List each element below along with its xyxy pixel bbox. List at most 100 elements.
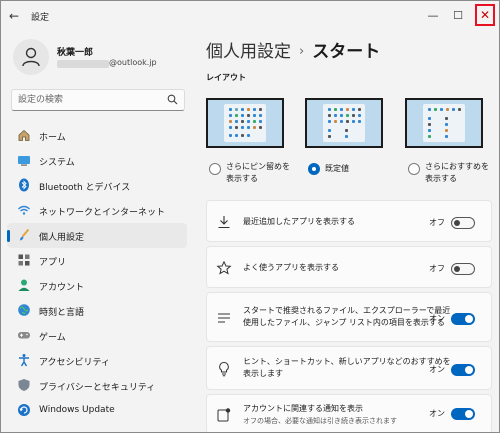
layout-radio-more-pins[interactable]: [209, 163, 221, 175]
minimize-button[interactable]: —: [421, 4, 445, 26]
apps-icon: [18, 254, 30, 266]
account-notification-icon: [217, 408, 231, 422]
window-title: 設定: [31, 13, 50, 23]
avatar: [13, 39, 49, 75]
account-notifications-toggle[interactable]: [451, 408, 475, 420]
setting-subtitle: オフの場合、必要な通知は引き続き表示されます: [243, 417, 397, 425]
accessibility-icon: [19, 354, 29, 367]
sidebar-item-label: 時刻と言語: [39, 308, 85, 318]
gamepad-icon: [18, 332, 30, 339]
sidebar-item-label: Windows Update: [39, 405, 115, 415]
setting-title: アカウントに関連する通知を表示 オフの場合、必要な通知は引き続き表示されます: [243, 404, 397, 425]
active-indicator: [7, 230, 10, 242]
sidebar-item-label: アクセシビリティ: [39, 358, 111, 368]
sidebar-item-apps[interactable]: アプリ: [7, 248, 187, 273]
layout-option-label: さらにピン留めを 表示する: [226, 162, 290, 183]
account-icon: [18, 279, 30, 291]
setting-title: ヒント、ショートカット、新しいアプリなどのおすすめを 表示します: [243, 357, 451, 378]
globe-icon: [18, 304, 30, 316]
sidebar-item-personalization[interactable]: 個人用設定: [7, 223, 187, 248]
layout-option-label: 既定値: [325, 164, 349, 173]
toggle-state-label: オン: [429, 314, 445, 323]
sidebar-item-accessibility[interactable]: アクセシビリティ: [7, 348, 187, 373]
sidebar-item-label: アプリ: [39, 258, 67, 268]
update-icon: [18, 404, 30, 416]
recommended-files-toggle[interactable]: [451, 313, 475, 325]
sidebar-item-gaming[interactable]: ゲーム: [7, 323, 187, 348]
lightbulb-icon: [219, 361, 229, 377]
sidebar-item-label: ネットワークとインターネット: [39, 208, 166, 218]
toggle-knob: [465, 366, 473, 374]
shield-icon: [18, 379, 30, 391]
toggle-knob: [454, 220, 460, 226]
breadcrumb-separator: ›: [299, 44, 305, 59]
sidebar-item-bluetooth[interactable]: Bluetooth とデバイス: [7, 173, 187, 198]
sidebar-item-time-language[interactable]: 時刻と言語: [7, 298, 187, 323]
recently-added-apps-toggle[interactable]: [451, 217, 475, 229]
search-icon[interactable]: [167, 94, 178, 105]
breadcrumb-parent[interactable]: 個人用設定: [206, 42, 291, 62]
sidebar-item-windows-update[interactable]: Windows Update: [7, 398, 187, 423]
close-button[interactable]: ✕: [475, 4, 495, 26]
sidebar-item-label: ゲーム: [39, 333, 66, 343]
home-icon: [18, 129, 30, 141]
setting-most-used-apps: よく使うアプリを表示する オフ: [206, 246, 492, 288]
email-redaction: [57, 60, 109, 68]
user-name: 秋葉一郎: [57, 48, 94, 58]
layout-radio-more-recommendations[interactable]: [408, 163, 420, 175]
sidebar-nav: ホーム システム Bluetooth とデバイス ネットワークとインターネット …: [7, 123, 187, 423]
sidebar-item-label: アカウント: [39, 283, 85, 293]
sidebar-item-label: システム: [39, 158, 75, 168]
back-arrow-icon[interactable]: ←: [9, 9, 23, 23]
settings-window: ← 設定 — ☐ ✕ 秋葉一郎 @outlook.jp ホーム: [0, 0, 500, 433]
sidebar-item-home[interactable]: ホーム: [7, 123, 187, 148]
search-input[interactable]: [18, 93, 168, 107]
toggle-knob: [465, 315, 473, 323]
most-used-apps-toggle[interactable]: [451, 263, 475, 275]
sidebar-item-accounts[interactable]: アカウント: [7, 273, 187, 298]
brush-icon: [20, 228, 30, 241]
setting-recommended-files: スタートで推奨されるファイル、エクスプローラーで最近 使用したファイル、ジャンプ …: [206, 292, 492, 342]
breadcrumb: 個人用設定 › スタート: [206, 37, 380, 62]
setting-tips-recommendations: ヒント、ショートカット、新しいアプリなどのおすすめを 表示します オン: [206, 346, 492, 390]
sidebar-item-network[interactable]: ネットワークとインターネット: [7, 198, 187, 223]
page-title: スタート: [312, 42, 381, 62]
setting-title: スタートで推奨されるファイル、エクスプローラーで最近 使用したファイル、ジャンプ …: [243, 306, 451, 327]
layout-radio-default[interactable]: [308, 163, 320, 175]
setting-title: 最近追加したアプリを表示する: [243, 217, 355, 226]
toggle-knob: [465, 410, 473, 418]
layout-option-label: さらにおすすめを 表示する: [425, 162, 489, 183]
sidebar-item-label: Bluetooth とデバイス: [39, 183, 131, 193]
person-icon: [22, 47, 40, 67]
wifi-icon: [18, 205, 30, 215]
star-icon: [216, 260, 232, 275]
toggle-knob: [454, 266, 460, 272]
setting-account-notifications: アカウントに関連する通知を表示 オフの場合、必要な通知は引き続き表示されます オン: [206, 394, 492, 432]
layout-preview-more-recommendations[interactable]: [405, 98, 483, 148]
sidebar-item-privacy-security[interactable]: プライバシーとセキュリティ: [7, 373, 187, 398]
system-icon: [18, 156, 30, 166]
toggle-state-label: オン: [429, 365, 445, 374]
sidebar-item-system[interactable]: システム: [7, 148, 187, 173]
setting-title: よく使うアプリを表示する: [243, 263, 339, 272]
title-bar: ← 設定 — ☐ ✕: [1, 1, 499, 31]
settings-search[interactable]: [11, 89, 185, 111]
layout-preview-default[interactable]: [305, 98, 383, 148]
layout-preview-more-pins[interactable]: [206, 98, 284, 148]
sidebar-item-label: ホーム: [39, 133, 66, 143]
toggle-state-label: オフ: [429, 264, 445, 273]
list-icon: [218, 313, 230, 323]
sidebar-item-label: 個人用設定: [39, 233, 85, 243]
layout-option-default[interactable]: 既定値: [305, 98, 383, 175]
maximize-button[interactable]: ☐: [446, 4, 470, 26]
download-icon: [218, 216, 230, 229]
layout-option-more-recommendations[interactable]: さらにおすすめを 表示する: [405, 98, 489, 183]
layout-option-more-pins[interactable]: さらにピン留めを 表示する: [206, 98, 290, 183]
tips-recommendations-toggle[interactable]: [451, 364, 475, 376]
bluetooth-icon: [19, 178, 29, 192]
toggle-state-label: オン: [429, 409, 445, 418]
sidebar-item-label: プライバシーとセキュリティ: [39, 383, 156, 393]
setting-recently-added-apps: 最近追加したアプリを表示する オフ: [206, 200, 492, 242]
toggle-state-label: オフ: [429, 218, 445, 227]
layout-heading: レイアウト: [206, 73, 246, 82]
